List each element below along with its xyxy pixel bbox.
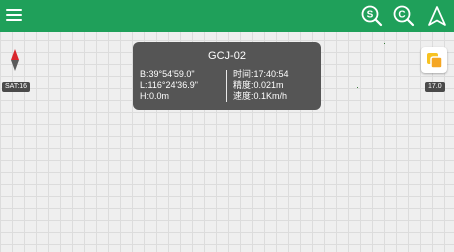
accuracy-value: 精度:0.021m: [233, 80, 284, 90]
time-value: 时间:17:40:54: [233, 69, 289, 79]
info-divider: [226, 70, 227, 102]
layers-icon: [427, 53, 443, 69]
layers-button[interactable]: [421, 47, 447, 73]
svg-text:C: C: [398, 10, 405, 21]
map-point-marker: [357, 87, 358, 88]
latitude-value: B:39°54'59.0": [140, 69, 195, 79]
compass-icon[interactable]: [8, 48, 22, 72]
speed-value: 速度:0.1Km/h: [233, 91, 288, 101]
search-s-icon[interactable]: S: [360, 4, 384, 28]
search-c-icon[interactable]: C: [392, 4, 416, 28]
navigate-icon[interactable]: [425, 4, 449, 28]
satellite-count-badge: SAT:16: [2, 82, 31, 92]
zoom-level-badge: 17.0: [425, 82, 445, 92]
map-point-marker: [384, 43, 385, 44]
position-info-panel: GCJ-02 B:39°54'59.0" L:116°24'36.9" H:0.…: [133, 42, 321, 110]
longitude-value: L:116°24'36.9": [140, 80, 198, 90]
status-column: 时间:17:40:54 精度:0.021m 速度:0.1Km/h: [233, 69, 289, 102]
height-value: H:0.0m: [140, 91, 170, 101]
coordinate-system-title: GCJ-02: [208, 50, 246, 62]
position-column: B:39°54'59.0" L:116°24'36.9" H:0.0m: [140, 69, 198, 102]
menu-icon[interactable]: [6, 8, 22, 22]
top-toolbar: S C: [0, 0, 454, 32]
svg-text:S: S: [367, 10, 374, 21]
